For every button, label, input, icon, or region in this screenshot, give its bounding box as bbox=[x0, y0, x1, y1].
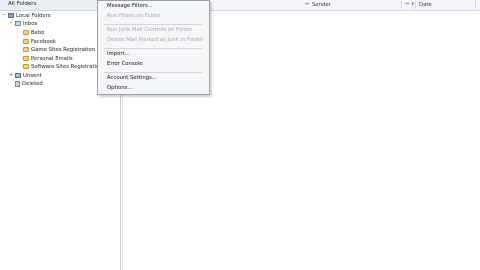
tree-item-facebook[interactable]: Facebook bbox=[23, 38, 56, 46]
tree-item-personal-emails[interactable]: Personal Emails bbox=[23, 55, 73, 63]
menu-item-run-filters-on-folder[interactable]: Run Filters on Folder bbox=[107, 13, 161, 19]
tree-item-label: Software Sites Registration bbox=[31, 64, 103, 70]
menu-separator bbox=[104, 48, 202, 49]
tree-item-label: Personal Emails bbox=[31, 56, 73, 62]
date-column-picker-icon[interactable]: ⇔ bbox=[405, 1, 409, 7]
menu-item-run-junk-mail-controls[interactable]: Run Junk Mail Controls on Folder bbox=[107, 27, 193, 33]
tree-item-local-folders[interactable]: Local Folders bbox=[8, 12, 51, 20]
menu-item-message-filters[interactable]: Message Filters... bbox=[107, 3, 153, 9]
tree-item-deleted[interactable]: Deleted bbox=[15, 80, 43, 88]
tree-item-label: Deleted bbox=[22, 81, 43, 87]
menu-separator bbox=[104, 72, 202, 73]
menu-separator bbox=[104, 24, 202, 25]
tree-item-label: Local Folders bbox=[16, 13, 51, 19]
local-folders-icon bbox=[8, 13, 14, 18]
column-separator[interactable] bbox=[401, 1, 402, 9]
inbox-icon bbox=[15, 21, 21, 26]
menu-item-account-settings[interactable]: Account Settings... bbox=[107, 75, 157, 81]
tree-item-inbox[interactable]: Inbox bbox=[15, 20, 38, 28]
inbox-collapse-twisty[interactable]: − bbox=[9, 20, 13, 26]
folder-pane-title: All Folders bbox=[8, 1, 37, 7]
column-header-sender[interactable]: Sender bbox=[312, 2, 331, 8]
tree-item-label: Inbox bbox=[23, 21, 38, 27]
column-header-flag[interactable]: f bbox=[412, 2, 414, 8]
tools-dropdown-menu: Message Filters... Run Filters on Folder… bbox=[97, 0, 210, 95]
folder-icon bbox=[23, 30, 29, 35]
tree-item-label: Facebook bbox=[31, 39, 56, 45]
tree-item-label: Unsent bbox=[23, 73, 42, 79]
menu-item-import[interactable]: Import... bbox=[107, 51, 130, 57]
menu-item-options[interactable]: Options... bbox=[107, 85, 133, 91]
folder-icon bbox=[23, 39, 29, 44]
trash-icon bbox=[15, 80, 20, 87]
sender-column-picker-icon[interactable]: ⇔ bbox=[305, 1, 309, 7]
column-header-date[interactable]: Date bbox=[419, 2, 432, 8]
tree-item-bebo[interactable]: Bebo bbox=[23, 29, 45, 37]
tree-item-unsent[interactable]: Unsent bbox=[15, 72, 42, 80]
column-separator[interactable] bbox=[475, 1, 476, 9]
tree-item-label: Bebo bbox=[31, 30, 45, 36]
unsent-expand-twisty[interactable]: + bbox=[9, 72, 13, 78]
local-folders-collapse-twisty[interactable]: − bbox=[2, 12, 6, 18]
menu-item-delete-junk-mail[interactable]: Delete Mail Marked as Junk in Folder bbox=[107, 37, 203, 43]
menu-item-error-console[interactable]: Error Console bbox=[107, 61, 143, 67]
folder-icon bbox=[23, 56, 29, 61]
folder-icon bbox=[23, 64, 29, 69]
column-separator[interactable] bbox=[415, 1, 416, 9]
folder-icon bbox=[23, 47, 29, 52]
unsent-icon bbox=[15, 73, 21, 78]
tree-item-label: Game Sites Registration D bbox=[31, 47, 101, 53]
